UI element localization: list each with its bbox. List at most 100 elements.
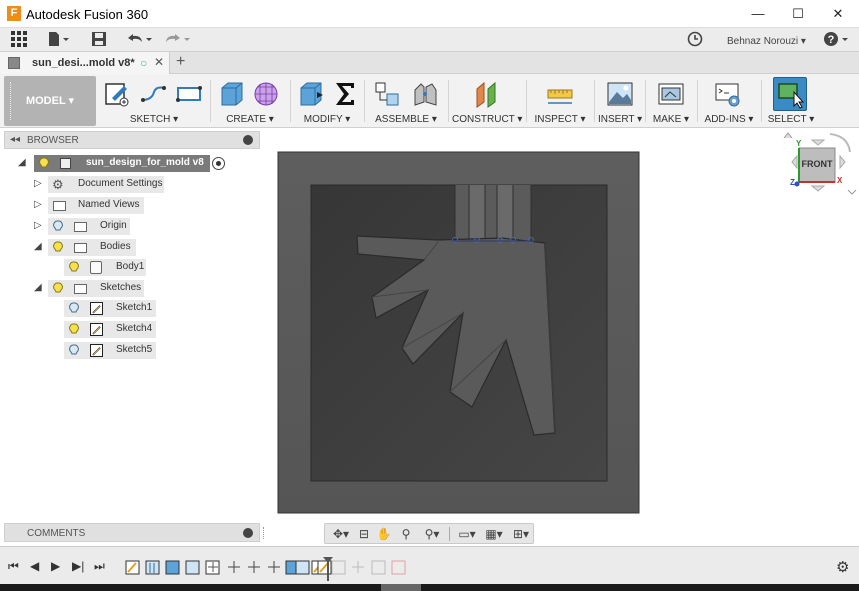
browser-item-sketches[interactable]: Sketches [48,280,144,297]
pan-hand-icon[interactable]: ✋ [375,526,393,542]
orbit-icon[interactable]: ✥▾ [328,526,354,542]
visibility-bulb-icon[interactable] [39,157,49,169]
create-sketch-icon[interactable] [104,80,130,108]
visibility-bulb-off-icon[interactable] [69,302,79,314]
step-back-icon[interactable]: ◀ [30,559,39,573]
document-tab[interactable]: sun_desi...mold v8* ○ ✕ [0,52,170,74]
select-tool-icon[interactable] [773,77,807,111]
visibility-bulb-icon[interactable] [69,261,79,273]
redo-icon[interactable] [162,31,192,49]
browser-item-document-settings[interactable]: ⚙ Document Settings [48,176,164,193]
fit-icon[interactable]: ⚲▾ [419,526,445,542]
horizontal-scrollbar[interactable] [0,584,859,591]
scrollbar-thumb[interactable] [381,584,421,591]
assemble-menu[interactable]: ASSEMBLE ▾ [368,114,444,125]
timeline-settings-gear-icon[interactable]: ⚙ [836,558,849,576]
browser-item-body1[interactable]: Body1 [64,259,146,276]
select-menu[interactable]: SELECT ▾ [765,114,817,125]
visibility-bulb-icon[interactable] [69,323,79,335]
grid-settings-icon[interactable]: ▦▾ [482,526,506,542]
runner-channel[interactable] [454,185,532,241]
view-arrow-left-icon[interactable] [791,154,798,170]
sketch-menu[interactable]: SKETCH ▾ [100,114,208,125]
close-tab-icon[interactable]: ✕ [154,55,164,69]
joint-icon[interactable] [412,80,438,108]
home-view-icon[interactable] [783,132,793,139]
inspect-menu[interactable]: INSPECT ▾ [530,114,590,125]
scripts-addins-icon[interactable] [715,80,741,108]
data-panel-grid-icon[interactable] [10,31,28,49]
collapse-sketches-icon[interactable]: ◢ [34,282,42,293]
file-menu-icon[interactable] [46,31,72,49]
offset-plane-icon[interactable] [474,80,500,108]
line-tool-icon[interactable] [140,80,166,108]
collapse-bodies-icon[interactable]: ◢ [34,241,42,252]
extrude-icon[interactable] [218,80,244,108]
collapse-browser-icon[interactable]: ◂◂ [10,134,20,145]
close-window-button[interactable]: ✕ [818,2,858,26]
viewports-icon[interactable]: ⊞▾ [509,526,533,542]
step-forward-icon[interactable]: ▶| [72,559,84,573]
create-menu[interactable]: CREATE ▾ [214,114,286,125]
mold-model[interactable] [262,130,859,544]
help-menu[interactable]: ? [822,31,852,49]
browser-item-bodies[interactable]: Bodies [48,239,136,256]
new-component-icon[interactable] [374,80,400,108]
view-arrow-right-icon[interactable] [839,154,846,170]
browser-item-origin[interactable]: Origin [48,218,130,235]
addins-menu[interactable]: ADD-INS ▾ [701,114,757,125]
look-at-icon[interactable]: ⊟ [355,526,373,542]
job-status-clock-icon[interactable] [686,31,704,49]
play-icon[interactable]: ▶ [51,559,60,573]
workspace-switcher[interactable]: MODEL ▾ [4,76,96,126]
expand-named-views-icon[interactable]: ▷ [34,199,42,210]
root-expander-icon[interactable]: ◢ [18,157,26,168]
go-to-end-icon[interactable]: ⏭ [94,559,105,574]
user-account-menu[interactable]: Behnaz Norouzi ▾ [727,33,807,51]
create-form-icon[interactable] [254,80,280,108]
visibility-bulb-icon[interactable] [53,241,63,253]
browser-item-sketch1[interactable]: Sketch1 [64,300,156,317]
activate-radio-icon[interactable] [212,157,225,170]
make-menu[interactable]: MAKE ▾ [649,114,693,125]
visibility-bulb-off-icon[interactable] [53,220,63,232]
ribbon-separator [364,80,365,122]
browser-item-sketch4[interactable]: Sketch4 [64,321,156,338]
new-tab-button[interactable]: + [176,53,185,71]
modify-menu[interactable]: MODIFY ▾ [294,114,360,125]
visibility-bulb-off-icon[interactable] [69,344,79,356]
parameters-sigma-icon[interactable] [332,80,358,108]
press-pull-icon[interactable] [298,80,324,108]
minimize-button[interactable]: — [738,2,778,26]
maximize-button[interactable]: ☐ [778,2,818,26]
undo-icon[interactable] [124,31,154,49]
insert-canvas-icon[interactable] [607,80,633,108]
browser-root-node[interactable]: sun_design_for_mold v8 [34,155,210,172]
timeline-features[interactable] [124,557,414,581]
viewcube-menu-icon[interactable] [847,189,857,195]
3d-print-icon[interactable] [658,80,684,108]
add-comment-icon[interactable] [243,528,253,538]
comments-resize-grip[interactable] [263,527,265,539]
zoom-icon[interactable]: ⚲ [397,526,415,542]
visibility-bulb-icon[interactable] [53,282,63,294]
view-arrow-down-icon[interactable] [810,185,826,192]
save-icon[interactable] [90,31,108,49]
display-settings-icon[interactable]: ▭▾ [455,526,479,542]
rectangle-tool-icon[interactable] [176,80,202,108]
axis-y-label: Y [796,139,802,148]
go-to-start-icon[interactable]: ⏮ [8,559,19,574]
measure-icon[interactable] [547,80,573,108]
insert-menu[interactable]: INSERT ▾ [598,114,642,125]
view-arrow-up-icon[interactable] [810,139,826,146]
browser-minimize-icon[interactable] [243,135,253,145]
viewcube[interactable]: FRONT Y X Z [778,130,858,202]
browser-item-sketch5[interactable]: Sketch5 [64,342,156,359]
construct-menu[interactable]: CONSTRUCT ▾ [452,114,522,125]
3d-canvas[interactable]: FRONT Y X Z [262,130,859,544]
navigation-bar: ✥▾ ⊟ ✋ ⚲ ⚲▾ ▭▾ ▦▾ ⊞▾ [324,523,534,544]
ribbon-separator [594,80,595,122]
expand-document-settings-icon[interactable]: ▷ [34,178,42,189]
browser-item-named-views[interactable]: Named Views [48,197,144,214]
expand-origin-icon[interactable]: ▷ [34,220,42,231]
